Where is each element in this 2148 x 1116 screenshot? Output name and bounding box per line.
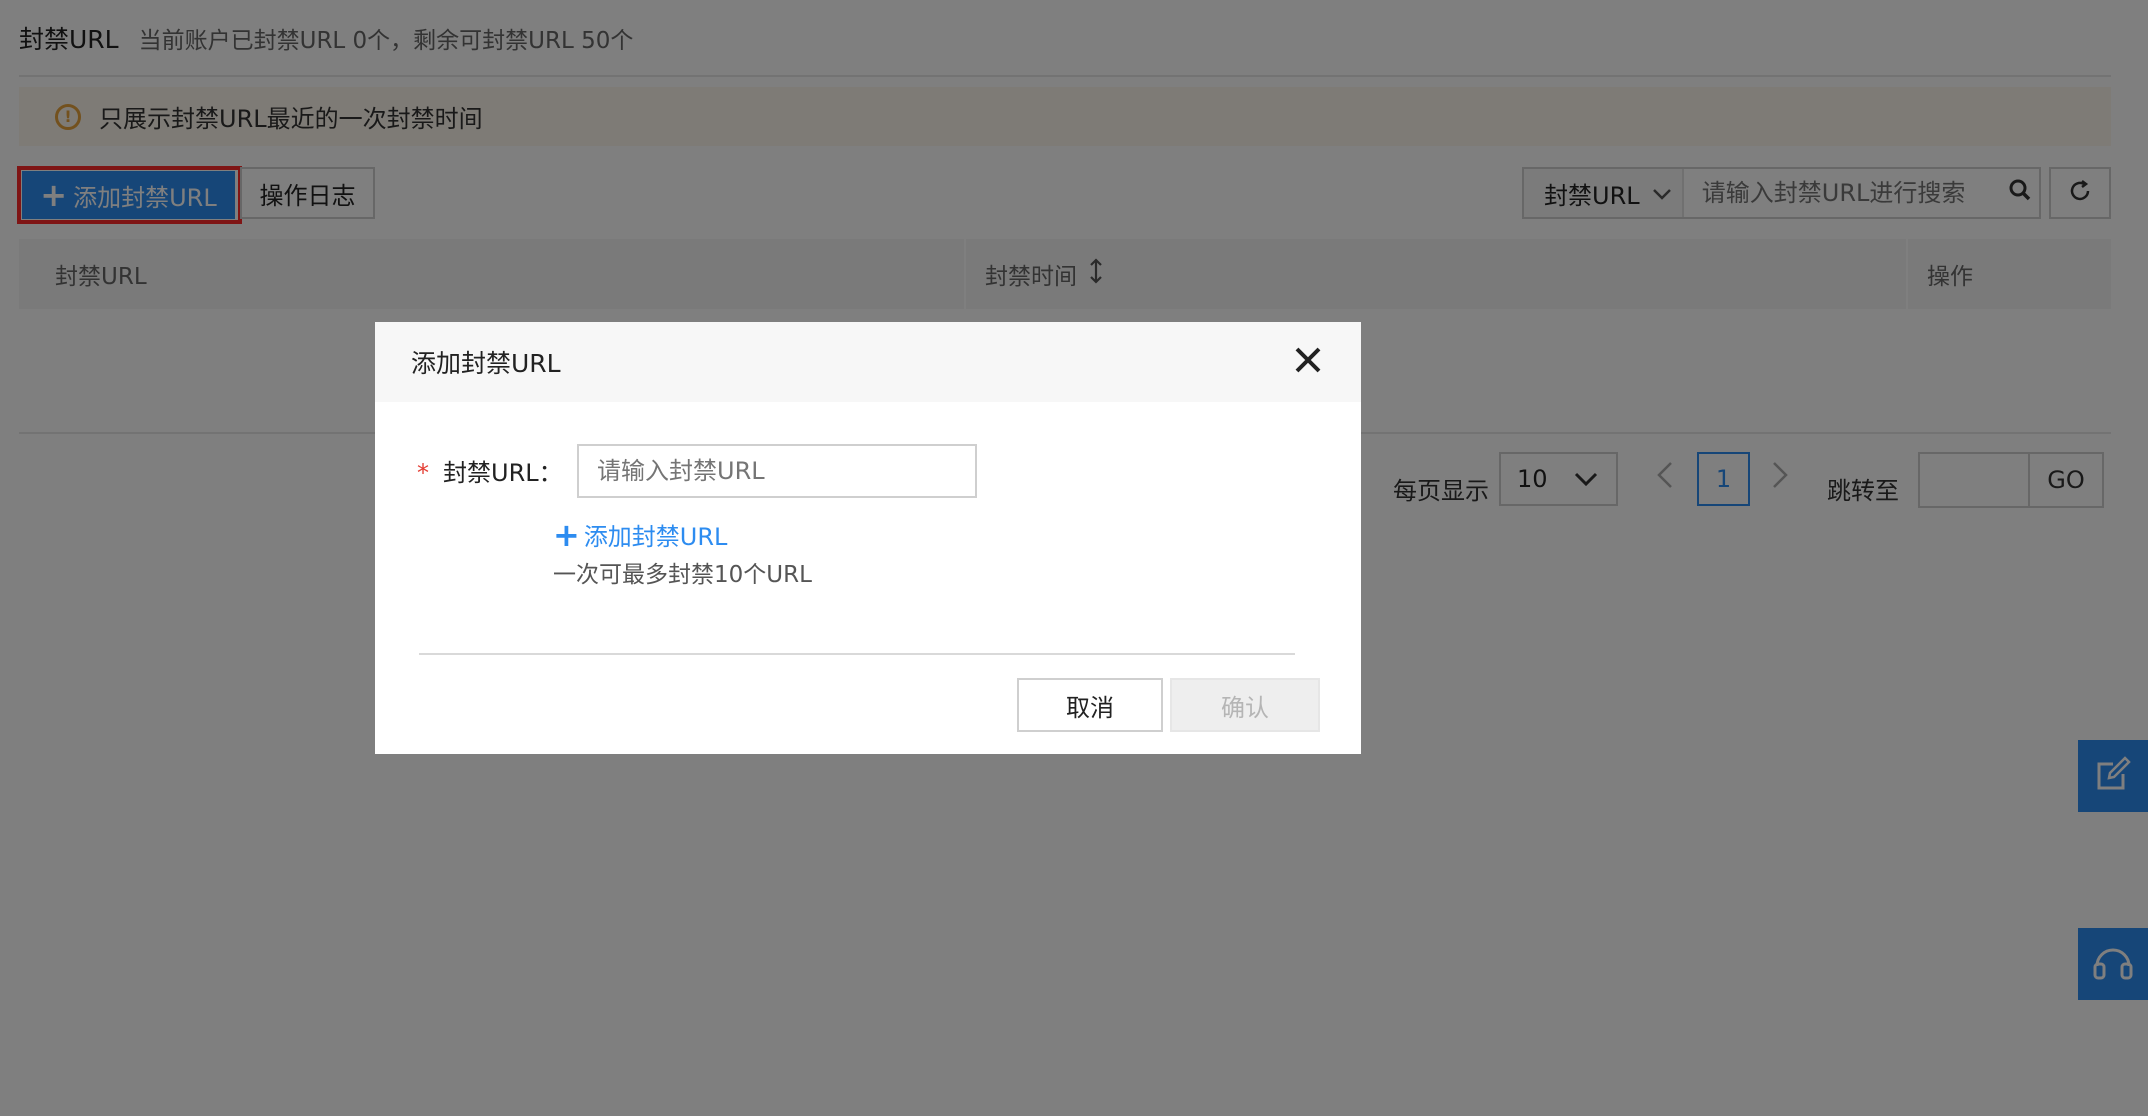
plus-icon: + bbox=[553, 515, 580, 554]
url-field-label: 封禁URL： bbox=[443, 459, 563, 487]
close-icon[interactable] bbox=[1291, 344, 1325, 378]
url-limit-hint: 一次可最多封禁10个URL bbox=[553, 562, 812, 588]
required-mark: * bbox=[417, 459, 429, 487]
add-another-url-label: 添加封禁URL bbox=[583, 523, 728, 551]
dialog-header: 添加封禁URL bbox=[375, 322, 1361, 402]
confirm-button[interactable]: 确认 bbox=[1170, 678, 1320, 732]
blocked-url-input[interactable] bbox=[577, 444, 977, 498]
dialog-divider bbox=[419, 653, 1295, 655]
cancel-button[interactable]: 取消 bbox=[1017, 678, 1163, 732]
add-another-url-link[interactable]: + 添加封禁URL bbox=[553, 517, 727, 552]
add-blocked-url-dialog: 添加封禁URL * 封禁URL： + 添加封禁URL 一次可最多封禁10个URL… bbox=[375, 322, 1361, 754]
dialog-title: 添加封禁URL bbox=[411, 349, 561, 378]
